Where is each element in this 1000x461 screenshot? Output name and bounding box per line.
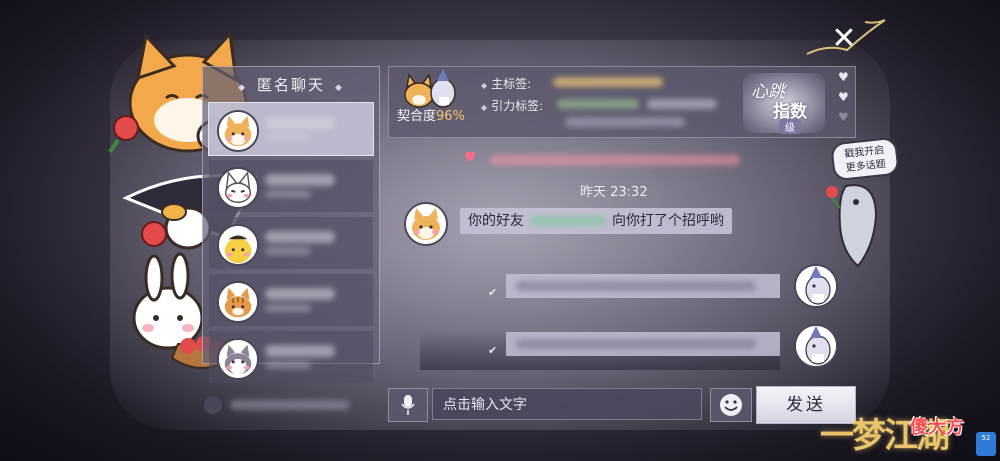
tabby-cat-avatar (217, 281, 259, 323)
emoji-button[interactable] (710, 388, 752, 422)
left-footer-item[interactable] (204, 394, 354, 416)
gravity-tag-label: 引力标签: (491, 99, 544, 113)
read-check-icon: ✔ (488, 344, 498, 357)
pair-avatars (404, 69, 456, 108)
heartbeat-level: 级 (779, 119, 801, 134)
gravity-tag-value-2 (647, 99, 717, 109)
heart-icon: ♥ (838, 110, 849, 124)
gravity-tag-value-1 (557, 99, 639, 109)
site-watermark: 傻大方 (910, 413, 964, 439)
greeting-suffix: 向你打了个招呼哟 (612, 213, 724, 229)
contact-item[interactable] (209, 331, 373, 383)
diamond-icon: ◆ (335, 83, 344, 93)
gravity-tag-value-3 (565, 117, 685, 127)
close-icon: ✕ (831, 20, 857, 56)
match-percent: 96% (436, 109, 465, 124)
user-icon (204, 396, 222, 414)
horse-avatar[interactable] (794, 324, 838, 368)
microphone-icon (401, 395, 415, 415)
system-notice: ♥ (464, 150, 754, 168)
message-input-placeholder: 点击输入文字 (443, 397, 527, 413)
main-tag-value (553, 77, 663, 87)
heart-icon: ♥ (838, 90, 849, 104)
anonymous-chat-panel: ◆ 匿名聊天 ◆ (202, 66, 380, 383)
shiba-dog-avatar (217, 110, 259, 152)
voice-button[interactable] (388, 388, 428, 422)
heart-rating: ♥ ♥ ♥ (838, 70, 852, 130)
anonymous-chat-title-text: 匿名聊天 (256, 76, 325, 94)
smiley-icon (720, 394, 742, 416)
topic-hint-bubble[interactable]: 戳我开启 更多话题 (830, 136, 900, 182)
husky-avatar (217, 338, 259, 380)
main-tag-label: 主标签: (491, 77, 532, 91)
diamond-icon: ◆ (481, 81, 488, 90)
contact-item[interactable] (209, 160, 373, 212)
message-timestamp: 昨天 23:32 (580, 185, 648, 200)
chat-message-area[interactable] (388, 142, 854, 362)
chat-header: 契合度96% ◆ 主标签: ◆ 引力标签: 心跳 指数 级 (388, 66, 856, 138)
match-label: 契合度 (397, 109, 437, 124)
close-button[interactable]: ✕ (822, 18, 866, 58)
watermark-badge-text: 52 (981, 434, 991, 442)
sent-message (506, 332, 780, 356)
anonymous-chat-title: ◆ 匿名聊天 ◆ (203, 67, 379, 103)
diamond-icon: ◆ (481, 103, 488, 112)
fish-mascot[interactable] (824, 176, 888, 268)
contact-item[interactable] (209, 274, 373, 326)
sent-message (506, 274, 780, 298)
greeting-message: 你的好友 向你打了个招呼哟 (460, 208, 732, 234)
main-tag-row: ◆ 主标签: (481, 75, 531, 92)
heart-icon: ♥ (838, 70, 849, 84)
contact-item[interactable] (208, 102, 374, 156)
read-check-icon: ✔ (488, 286, 498, 299)
white-fox-avatar (217, 167, 259, 209)
gravity-tag-row: ◆ 引力标签: (481, 97, 543, 114)
contact-item[interactable] (209, 217, 373, 269)
heart-icon: ♥ (464, 150, 477, 166)
watermark-badge: 52 (976, 432, 996, 456)
heartbeat-index-badge[interactable]: 心跳 指数 级 (743, 73, 825, 134)
shiba-dog-avatar[interactable] (404, 202, 448, 246)
message-input[interactable]: 点击输入文字 (432, 388, 702, 420)
watermark-text: 傻大方 (910, 417, 964, 438)
friend-name-redacted (530, 216, 606, 226)
diamond-icon: ◆ (238, 83, 247, 93)
yellow-chick-avatar (217, 224, 259, 266)
match-score: 契合度96% (397, 105, 465, 124)
greeting-prefix: 你的好友 (468, 213, 524, 229)
horse-avatar[interactable] (794, 264, 838, 308)
